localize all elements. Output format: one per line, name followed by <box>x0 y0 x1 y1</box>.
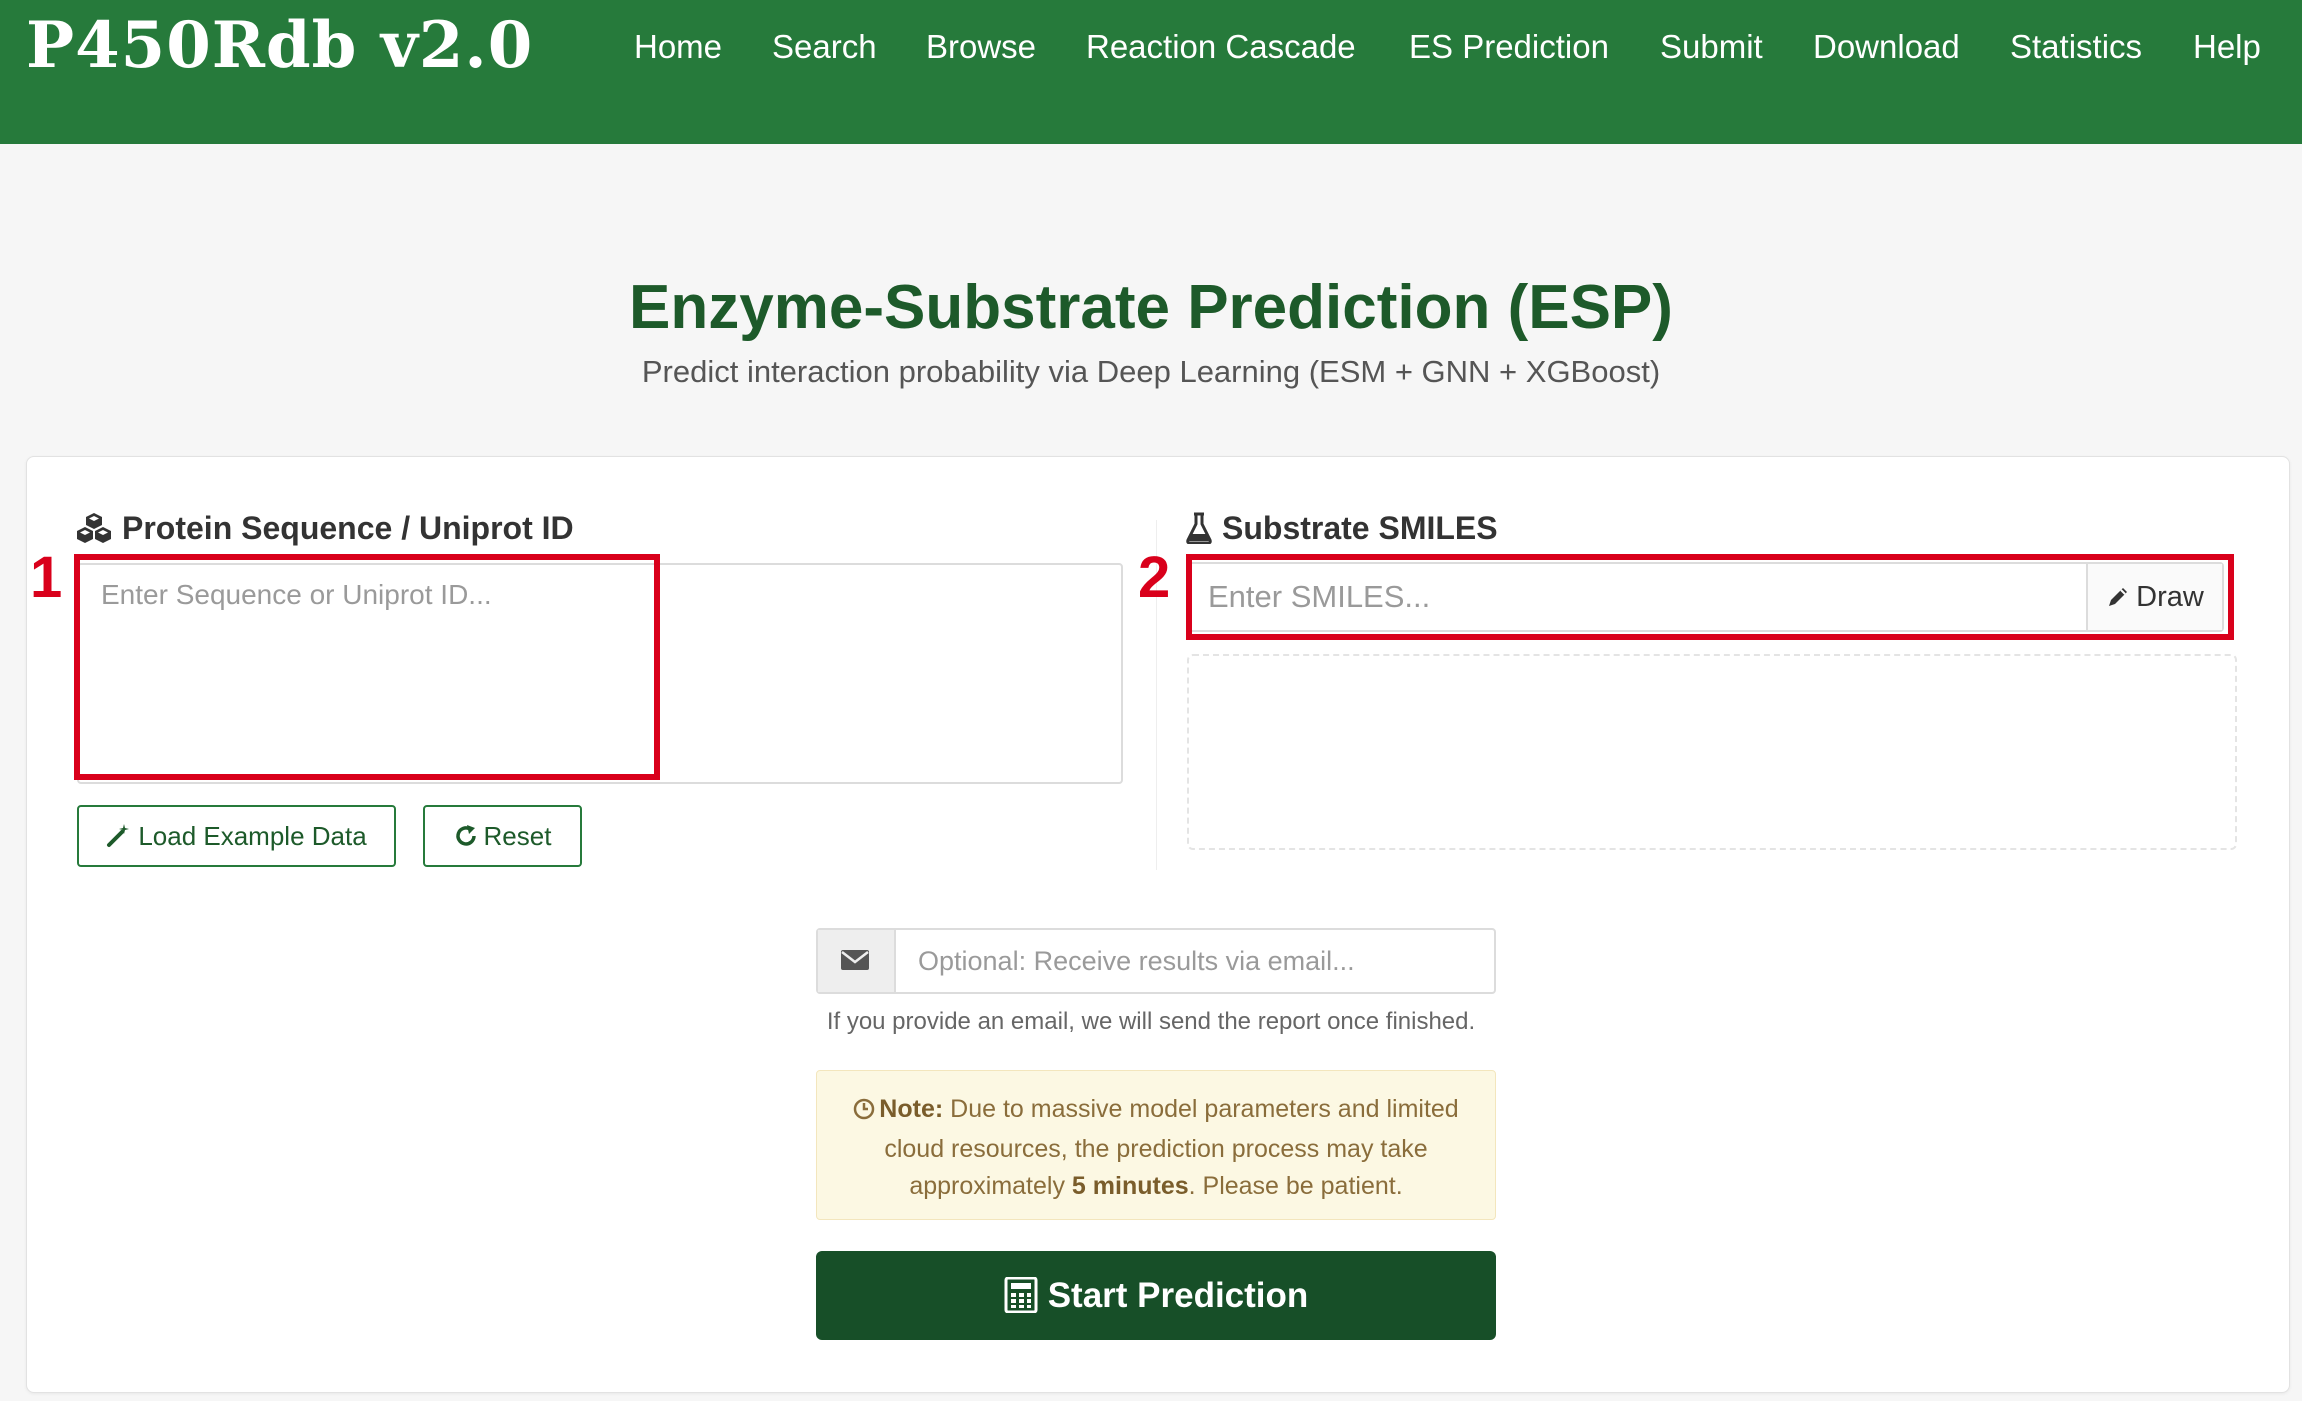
start-prediction-label: Start Prediction <box>1047 1276 1309 1315</box>
cubes-icon <box>76 512 112 553</box>
nav-es-prediction[interactable]: ES Prediction <box>1409 26 1609 68</box>
annotation-number-1: 1 <box>30 545 63 610</box>
flask-icon <box>1186 512 1212 553</box>
processing-time-note: Note: Due to massive model parameters an… <box>816 1070 1496 1220</box>
calculator-icon <box>1004 1257 1038 1346</box>
refresh-icon <box>454 810 478 868</box>
note-label: Note: <box>879 1095 944 1123</box>
email-input[interactable] <box>896 930 1492 992</box>
draw-button[interactable]: Draw <box>2086 564 2222 630</box>
note-duration: 5 minutes <box>1071 1172 1189 1200</box>
site-logo[interactable]: P450Rdb v2.0 <box>26 6 533 86</box>
nav-home[interactable]: Home <box>634 26 722 68</box>
nav-help[interactable]: Help <box>2193 26 2261 68</box>
email-input-group <box>816 928 1496 994</box>
pencil-icon <box>2106 567 2130 633</box>
substrate-section-label: Substrate SMILES <box>1186 508 1498 553</box>
note-text-after: . Please be patient. <box>1188 1172 1403 1200</box>
reset-label: Reset <box>483 821 552 851</box>
email-addon <box>818 930 896 992</box>
load-example-label: Load Example Data <box>138 821 367 851</box>
nav-submit[interactable]: Submit <box>1660 26 1763 68</box>
nav-reaction-cascade[interactable]: Reaction Cascade <box>1086 26 1356 68</box>
annotation-number-2: 2 <box>1138 545 1171 610</box>
page-subtitle: Predict interaction probability via Deep… <box>641 354 1661 389</box>
email-help-text: If you provide an email, we will send th… <box>826 1008 1476 1035</box>
magic-wand-icon <box>106 810 132 868</box>
smiles-input-group: Draw <box>1188 562 2224 632</box>
substrate-label-text: Substrate SMILES <box>1222 510 1498 546</box>
nav-download[interactable]: Download <box>1813 26 1960 68</box>
draw-button-label: Draw <box>2136 581 2204 613</box>
page-title: Enzyme-Substrate Prediction (ESP) <box>629 273 1673 342</box>
molecule-draw-area[interactable] <box>1187 654 2237 850</box>
protein-section-label: Protein Sequence / Uniprot ID <box>76 508 574 553</box>
nav-statistics[interactable]: Statistics <box>2010 26 2142 68</box>
protein-label-text: Protein Sequence / Uniprot ID <box>122 510 574 546</box>
nav-browse[interactable]: Browse <box>926 26 1036 68</box>
envelope-icon <box>840 948 870 977</box>
start-prediction-button[interactable]: Start Prediction <box>816 1251 1496 1340</box>
top-navbar: P450Rdb v2.0 Home Search Browse Reaction… <box>0 0 2302 144</box>
load-example-button[interactable]: Load Example Data <box>77 805 396 867</box>
protein-sequence-input[interactable] <box>77 563 1123 784</box>
reset-button[interactable]: Reset <box>423 805 582 867</box>
smiles-input[interactable] <box>1190 564 2090 630</box>
nav-search[interactable]: Search <box>772 26 877 68</box>
clock-icon <box>853 1094 875 1131</box>
